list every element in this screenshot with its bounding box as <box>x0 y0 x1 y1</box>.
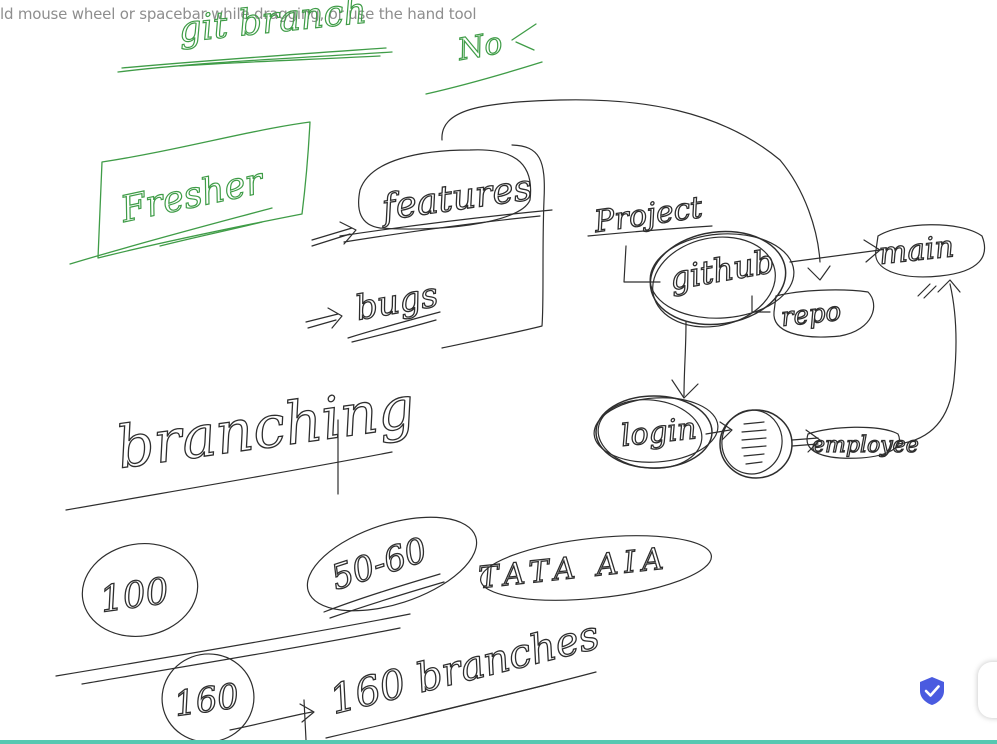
arrow-160-to-branches <box>229 699 315 741</box>
arrow-github-to-login <box>671 321 699 399</box>
note-project: Project <box>587 189 713 241</box>
note-features: features <box>311 144 553 349</box>
bottom-accent-bar <box>0 740 997 744</box>
note-fresher: Fresher <box>69 121 311 265</box>
arrow-github-to-main <box>789 239 881 263</box>
svg-text:160 branches: 160 branches <box>325 612 604 723</box>
svg-text:git branch: git branch <box>177 0 369 51</box>
note-tata-aia: TATA AIA <box>477 535 713 601</box>
svg-text:login: login <box>619 411 698 454</box>
note-git-branch: git branch <box>117 0 393 73</box>
arrow-employee-to-main <box>897 279 961 445</box>
svg-text:branching: branching <box>112 373 418 482</box>
note-160: 160 <box>161 653 255 743</box>
note-employee: employee <box>806 426 919 459</box>
svg-text:github: github <box>667 242 777 298</box>
svg-text:main: main <box>877 229 955 272</box>
note-login: login <box>593 395 719 469</box>
note-github: github <box>623 230 795 328</box>
note-50-60: 50-60 <box>306 516 478 619</box>
svg-text:No: No <box>454 26 505 68</box>
svg-text:Project: Project <box>591 190 705 240</box>
svg-text:160: 160 <box>172 676 242 725</box>
note-bugs: bugs <box>305 274 442 343</box>
svg-text:employee: employee <box>812 433 919 458</box>
arrow-login-to-db <box>705 421 733 441</box>
note-repo: repo <box>751 289 875 338</box>
svg-text:50-60: 50-60 <box>326 530 432 598</box>
svg-text:Fresher: Fresher <box>116 160 268 231</box>
note-no: No <box>425 23 543 95</box>
whiteboard-canvas[interactable]: git branch No Fresher features bugs Proj… <box>0 0 997 744</box>
floating-widget-button[interactable] <box>978 662 997 718</box>
svg-text:TATA AIA: TATA AIA <box>477 541 671 596</box>
note-100: 100 <box>81 542 199 638</box>
shield-check-icon[interactable] <box>918 676 946 706</box>
note-branching: branching <box>65 372 419 511</box>
note-160-branches: 160 branches <box>325 612 605 739</box>
svg-text:repo: repo <box>780 297 843 333</box>
svg-text:bugs: bugs <box>353 275 442 329</box>
note-main: main <box>875 224 986 278</box>
svg-text:100: 100 <box>98 571 172 621</box>
database-icon <box>719 409 793 479</box>
